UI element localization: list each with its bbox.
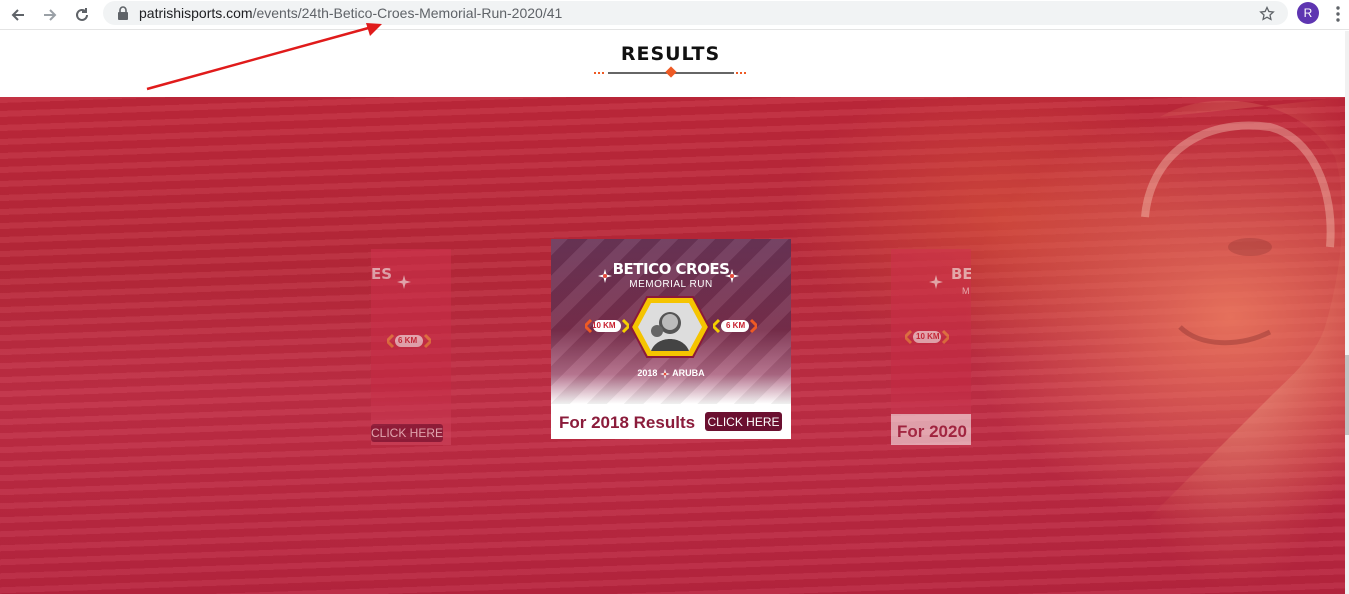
card-artwork: ES 6 KM CLICK HERE xyxy=(371,249,451,445)
kebab-menu-icon[interactable] xyxy=(1330,3,1346,25)
card-title-fragment: BE xyxy=(951,265,971,283)
event-year-location: 2018 ARUBA xyxy=(551,368,791,379)
forward-arrow-icon[interactable] xyxy=(38,3,62,27)
card-artwork: BE M 10 KM For 2020 xyxy=(891,249,971,445)
distance-label: 6 KM xyxy=(398,336,418,345)
event-subtitle: MEMORIAL RUN xyxy=(629,279,713,290)
results-card-prev[interactable]: ES 6 KM CLICK HERE xyxy=(371,249,451,445)
event-location: ARUBA xyxy=(672,368,705,378)
event-title: BETICO CROES xyxy=(612,260,730,278)
distance-label-left: 10 KM xyxy=(592,321,616,330)
url-path: /events/24th-Betico-Croes-Memorial-Run-2… xyxy=(252,5,563,21)
reload-icon[interactable] xyxy=(70,3,94,27)
page-scrollbar-thumb[interactable] xyxy=(1345,355,1349,435)
click-here-button[interactable]: CLICK HERE xyxy=(371,424,443,442)
results-year-label: For 2020 xyxy=(897,422,967,441)
card-subtitle-fragment: M xyxy=(962,286,970,296)
lock-icon xyxy=(118,6,128,20)
distance-label: 10 KM xyxy=(916,332,940,341)
address-bar[interactable]: patrishisports.com/events/24th-Betico-Cr… xyxy=(103,1,1288,25)
back-arrow-icon[interactable] xyxy=(6,3,30,27)
page-scrollbar-track[interactable] xyxy=(1345,31,1349,594)
card-footer: For 2018 Results CLICK HERE xyxy=(551,404,791,439)
page-title: RESULTS xyxy=(620,43,721,65)
divider-diamond-icon xyxy=(665,66,677,78)
results-card-next[interactable]: BE M 10 KM For 2020 xyxy=(891,249,971,445)
portrait-hexagon-badge xyxy=(629,296,711,358)
results-year-label: For 2018 Results xyxy=(559,413,696,432)
distance-label-right: 6 KM xyxy=(726,321,746,330)
sparkle-icon xyxy=(929,275,943,289)
results-card-2018[interactable]: BETICO CROES MEMORIAL RUN 10 KM 6 KM 201… xyxy=(551,239,791,439)
sparkle-icon xyxy=(397,275,411,289)
bookmark-star-icon[interactable] xyxy=(1256,3,1278,25)
event-year: 2018 xyxy=(637,368,658,378)
browser-toolbar: patrishisports.com/events/24th-Betico-Cr… xyxy=(0,0,1349,30)
card-artwork: BETICO CROES MEMORIAL RUN 10 KM 6 KM 201… xyxy=(551,239,791,404)
card-title-fragment: ES xyxy=(371,265,393,283)
url-text[interactable]: patrishisports.com/events/24th-Betico-Cr… xyxy=(139,5,562,21)
results-section-header: RESULTS xyxy=(0,31,1349,97)
click-here-button[interactable]: CLICK HERE xyxy=(705,412,782,431)
runner-portrait-image xyxy=(1120,97,1345,594)
sparkle-icon xyxy=(659,368,670,379)
profile-avatar[interactable]: R xyxy=(1297,2,1319,24)
results-hero-banner: ES 6 KM CLICK HERE BETICO CROES MEMORIAL… xyxy=(0,97,1345,594)
url-domain: patrishisports.com xyxy=(139,5,253,21)
